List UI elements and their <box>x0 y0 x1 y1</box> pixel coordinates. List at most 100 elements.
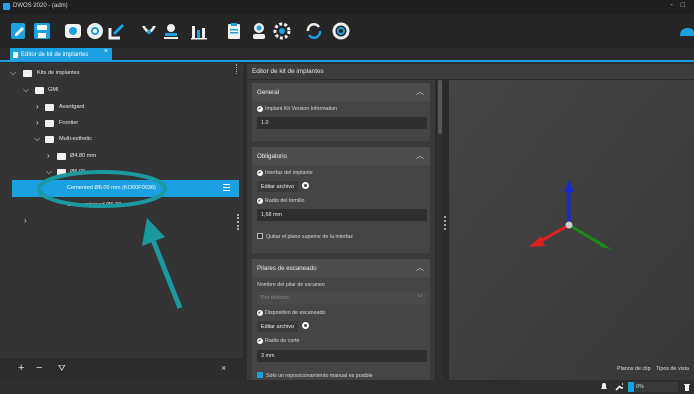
tree-item-6-00[interactable]: ⌵ Ø6.00 <box>0 164 243 181</box>
chevron-down-icon[interactable]: ⌵ <box>46 167 52 177</box>
tree-item-label: Cemented Ø6.00 mm (KO00F0036) <box>67 185 156 191</box>
manual-reposition-label: Sólo un reposicionamiento manual es posi… <box>266 373 373 379</box>
edit-icon[interactable] <box>10 22 28 40</box>
select-placeholder: Por defecto <box>261 295 289 301</box>
tree-item-label: Kits de implantes <box>37 70 80 76</box>
gear-icon[interactable] <box>273 22 291 40</box>
remove-top-plane-checkbox[interactable] <box>257 233 263 239</box>
scan-device-label: Dispositivo de escaneado <box>265 310 326 316</box>
refresh-icon[interactable] <box>305 22 323 40</box>
bell-icon[interactable] <box>600 383 608 391</box>
close-panel-button[interactable]: × <box>221 363 226 373</box>
clipboard-icon <box>13 52 18 58</box>
tree-item-screw-retained[interactable]: Screw-retained Ø6.00 mm <box>0 197 243 214</box>
tree-item-label: Screw-retained Ø6.00 mm <box>67 202 133 208</box>
clipboard-icon[interactable] <box>225 22 243 40</box>
edit-device-file-button[interactable]: Editar archivo <box>257 321 298 332</box>
filter-icon[interactable]: ⛛ <box>58 363 66 374</box>
tree-item-label: Ø4.80 mm <box>70 153 97 159</box>
panel-splitter[interactable] <box>236 64 239 74</box>
folder-icon <box>45 136 54 143</box>
section-title: Obligatorio <box>257 153 287 160</box>
manual-reposition-checkbox[interactable] <box>257 372 263 378</box>
help-ring-icon[interactable] <box>332 22 350 40</box>
check-icon <box>257 338 263 344</box>
tree-item-cemented-selected[interactable]: Cemented Ø6.00 mm (KO00F0036) <box>12 180 239 197</box>
tree-item-frontier[interactable]: › Frontier <box>0 115 243 132</box>
check-icon <box>257 170 263 176</box>
add-button[interactable]: + <box>18 362 24 374</box>
tab-kit-editor[interactable]: Editor de kit de implantes × <box>10 48 112 62</box>
app-logo-icon <box>3 3 10 10</box>
section-general-header[interactable]: General ︿ <box>252 83 430 101</box>
chevron-right-icon[interactable]: › <box>36 118 39 127</box>
settings-dial-icon[interactable] <box>86 22 104 40</box>
remove-button[interactable]: − <box>36 362 42 374</box>
tree-item-label: Ø6.00 <box>70 169 86 175</box>
file-status-icon[interactable] <box>302 322 309 329</box>
hamburger-menu-icon[interactable] <box>223 184 230 191</box>
viewport-splitter-handle[interactable] <box>444 216 446 230</box>
tree-item-kits[interactable]: ⌵ Kits de implantes <box>0 65 243 82</box>
chevron-right-icon[interactable]: › <box>36 102 39 111</box>
section-obligatorio-header[interactable]: Obligatorio ︿ <box>252 147 430 165</box>
screw-radius-input[interactable]: 1,68 mm <box>257 209 427 221</box>
zoom-slider-fill <box>628 382 634 392</box>
folder-icon <box>57 169 66 176</box>
save-icon[interactable] <box>33 22 51 40</box>
clip-planes-label[interactable]: Planos de clip <box>617 366 651 372</box>
folder-icon <box>45 120 54 127</box>
editor-header: Editor de kit de implantes <box>247 64 694 79</box>
chevron-down-icon[interactable]: ⌵ <box>10 68 16 78</box>
tree-item-4-80[interactable]: › Ø4.80 mm <box>0 148 243 165</box>
version-info-input[interactable]: 1.0 <box>257 117 427 129</box>
title-bar: DWOS 2020 - (adm) - □ <box>0 0 694 14</box>
interface-label: Interfaz del implante <box>265 170 313 176</box>
check-icon <box>257 106 263 112</box>
check-icon <box>257 198 263 204</box>
scanbody-name-select[interactable]: Por defecto ⌵ <box>257 292 427 304</box>
chart-icon[interactable] <box>190 22 208 40</box>
cut-radius-input[interactable]: 3 mm <box>257 350 427 362</box>
zoom-slider[interactable]: 0% <box>628 382 678 392</box>
section-pilares-header[interactable]: Pilares de escaneado ︿ <box>252 259 430 277</box>
remove-top-plane-label: Quitar el plano superior de la interfaz <box>266 234 353 240</box>
tree-toolbar: + − ⛛ × <box>0 358 243 380</box>
cloud-icon[interactable] <box>678 22 694 40</box>
main-toolbar <box>0 14 694 48</box>
trash-icon[interactable] <box>683 383 691 391</box>
panel-splitter-handle[interactable] <box>237 214 239 230</box>
wrench-icon[interactable] <box>615 383 623 391</box>
check-icon <box>257 310 263 316</box>
scanner-icon[interactable] <box>64 22 82 40</box>
dental-arch-icon[interactable] <box>140 22 158 40</box>
file-status-icon[interactable] <box>302 182 309 189</box>
tab-label: Editor de kit de implantes <box>21 52 89 58</box>
doctor-icon[interactable] <box>250 22 268 40</box>
chevron-up-icon[interactable]: ︿ <box>416 86 424 97</box>
tree-item-collapsed[interactable]: › <box>0 213 243 230</box>
chevron-down-icon: ⌵ <box>417 292 423 299</box>
chevron-right-icon[interactable]: › <box>24 216 27 225</box>
3d-viewport[interactable] <box>449 80 694 380</box>
folder-icon <box>35 87 44 94</box>
chevron-down-icon[interactable]: ⌵ <box>23 85 29 95</box>
view-types-label[interactable]: Tipos de vista <box>656 366 689 372</box>
chevron-down-icon[interactable]: ⌵ <box>34 134 40 144</box>
chevron-right-icon[interactable]: › <box>47 151 50 160</box>
folder-icon <box>45 104 54 111</box>
form-scrollbar-thumb[interactable] <box>438 80 442 134</box>
axis-origin <box>565 221 573 229</box>
tree-item-gmi[interactable]: ⌵ GMI <box>0 82 243 99</box>
window-controls[interactable]: - □ <box>670 2 688 9</box>
chevron-up-icon[interactable]: ︿ <box>416 262 424 273</box>
tree-item-avantgard[interactable]: › Avantgard <box>0 99 243 116</box>
tree-item-multi-esthetic[interactable]: ⌵ Multi-esthetic <box>0 131 243 148</box>
chevron-up-icon[interactable]: ︿ <box>416 150 424 161</box>
import-icon[interactable] <box>108 22 126 40</box>
folder-icon <box>57 153 66 160</box>
edit-interface-file-button[interactable]: Editar archivo <box>257 181 298 192</box>
tree-item-label: Multi-esthetic <box>59 136 92 142</box>
user-icon[interactable] <box>162 22 180 40</box>
tab-close-button[interactable]: × <box>104 48 108 55</box>
